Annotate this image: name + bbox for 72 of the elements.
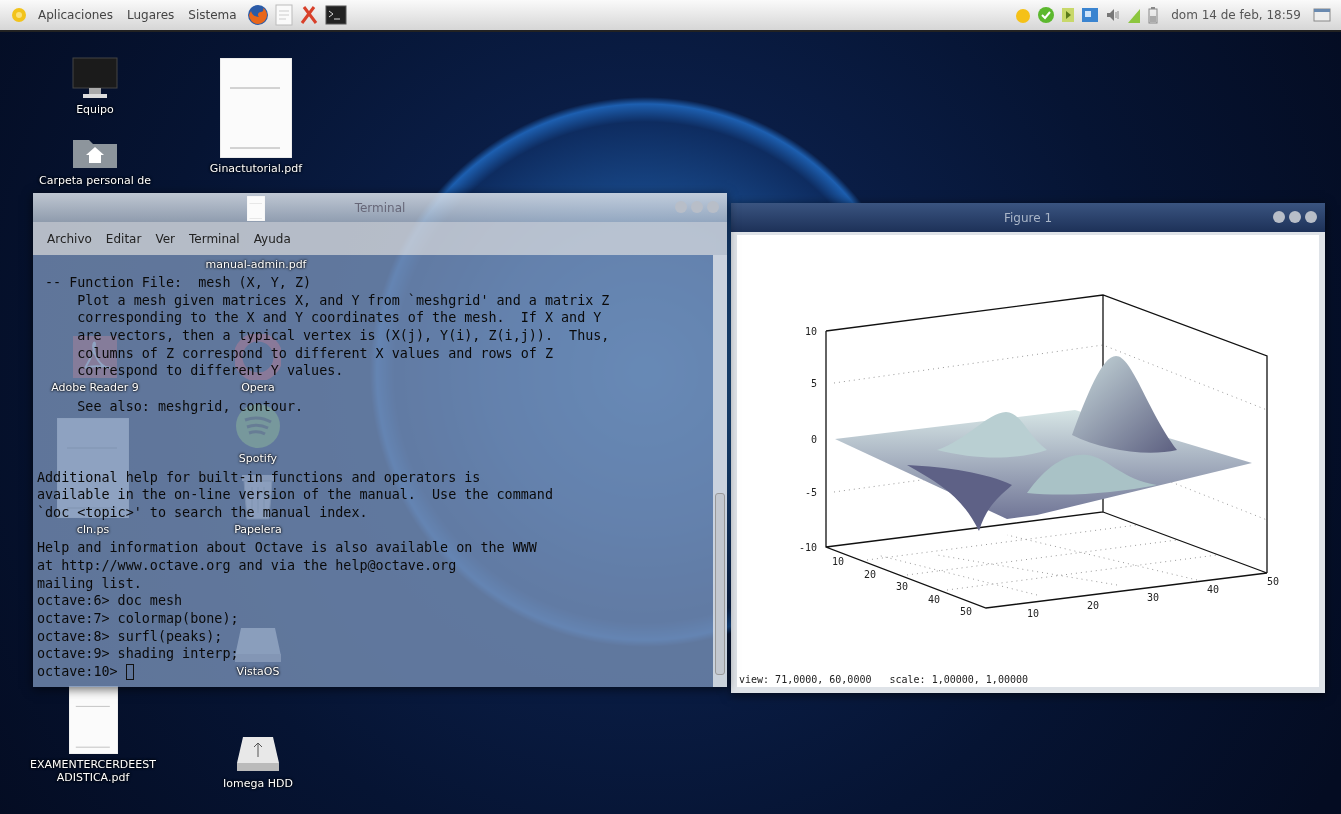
icon-label[interactable]: Ginactutorial.pdf: [209, 162, 303, 175]
panel-menu[interactable]: Lugares: [122, 6, 179, 24]
panel-menu[interactable]: Aplicaciones: [34, 6, 117, 24]
show-desktop-icon[interactable]: [1313, 8, 1331, 22]
tick-label: -10: [798, 542, 817, 553]
icon-label[interactable]: Equipo: [76, 103, 114, 116]
tick-label: 10: [804, 326, 817, 337]
terminal-line: Plot a mesh given matrices X, and Y from `meshgrid' and a matrix Z: [76, 291, 610, 310]
tick-label: 20: [1087, 600, 1100, 611]
terminal-line: octave:7> colormap(bone);: [37, 610, 239, 628]
icon-label[interactable]: manual-admin.pdf: [205, 258, 307, 271]
terminal-line: octave:10>: [37, 663, 119, 681]
terminal-line: at http://www.octave.org and via the help@octave.org: [37, 557, 457, 575]
menu-item[interactable]: Ayuda: [249, 229, 295, 248]
terminal-line: available in the on-line version of the manual. Use the command: [37, 486, 553, 504]
monitor-icon[interactable]: [71, 56, 119, 100]
tick-label: 40: [928, 593, 941, 605]
scrollbar[interactable]: [713, 255, 727, 687]
tick-label: 10: [832, 556, 845, 567]
menu-item[interactable]: Archivo: [43, 229, 96, 248]
volume-icon[interactable]: [1105, 7, 1122, 23]
update-icon[interactable]: [1037, 6, 1056, 24]
window-title: Terminal: [354, 200, 406, 215]
clock[interactable]: dom 14 de feb, 18:59: [1165, 8, 1307, 22]
terminal-line: Additional help for built-in functions and operators is: [37, 468, 481, 487]
tick-label: 50: [960, 606, 973, 617]
icon-label[interactable]: Spotify: [238, 452, 278, 465]
tick-label: 5: [810, 378, 817, 389]
window-title: Figure 1: [1003, 210, 1053, 225]
scrollbar-thumb[interactable]: [715, 493, 725, 675]
battery-icon[interactable]: [1147, 6, 1160, 24]
text-cursor: [125, 664, 134, 681]
terminal-icon[interactable]: [324, 5, 347, 25]
icon-label[interactable]: Opera: [241, 381, 275, 394]
terminal-line: -- Function File: mesh (X, Y, Z): [44, 274, 312, 292]
maximize-button[interactable]: [1289, 211, 1301, 223]
terminal-line: corresponding to the X and Y coordinates of the mesh. If X and Y: [76, 309, 602, 328]
menu-item[interactable]: Ver: [151, 229, 179, 248]
tick-label: 40: [1207, 584, 1220, 595]
icon-label[interactable]: Papelera: [234, 523, 282, 536]
tick-label: 20: [864, 568, 877, 580]
tick-label: -5: [804, 487, 817, 498]
tick-label: 0: [810, 434, 817, 445]
tick-label: 10: [1027, 608, 1040, 619]
tick-label: 30: [896, 581, 909, 592]
close-button[interactable]: [1305, 211, 1317, 223]
terminal-line: columns of Z correspond to different X values and rows of Z: [76, 344, 553, 363]
terminal-line: Help and information about Octave is also available on the WWW: [37, 539, 537, 558]
tick-label: 30: [1147, 592, 1160, 603]
terminal-line: octave:9> shading interp;: [37, 645, 239, 664]
terminal-line: correspond to different Y values.: [76, 362, 344, 381]
icon-label[interactable]: Iomega HDD: [223, 777, 293, 790]
browser-icon[interactable]: [246, 4, 269, 26]
terminal-line: mailing list.: [37, 574, 142, 593]
icon-label[interactable]: VistaOS: [236, 665, 280, 678]
terminal-line: octave:6> doc mesh: [37, 592, 183, 611]
icon-label[interactable]: Adobe Reader 9: [51, 381, 139, 394]
terminal-line: octave:8> surfl(peaks);: [37, 627, 223, 646]
minimize-button[interactable]: [1273, 211, 1285, 223]
icon-label[interactable]: cln.ps: [76, 523, 110, 536]
usb-drive-icon[interactable]: [235, 735, 281, 773]
menu-item[interactable]: Editar: [101, 229, 146, 248]
play-icon[interactable]: [1061, 7, 1076, 23]
status-text: view: 71,0000, 60,0000 scale: 1,00000, 1,00000: [738, 674, 1029, 687]
icon-label[interactable]: EXAMENTERCERDEESTADISTICA.pdf: [30, 758, 156, 784]
terminal-line: See also: meshgrid, contour.: [76, 397, 304, 416]
icon-label[interactable]: Carpeta personal de: [39, 174, 151, 187]
panel-menu[interactable]: Sistema: [184, 6, 241, 24]
terminal-line: `doc <topic>' to search the manual index.: [37, 503, 368, 522]
menu-item[interactable]: Terminal: [185, 229, 244, 248]
terminal-line: are vectors, then a typical vertex is (X(j), Y(i), Z(i,j)). Thus,: [76, 327, 610, 345]
tick-label: 50: [1267, 576, 1280, 587]
